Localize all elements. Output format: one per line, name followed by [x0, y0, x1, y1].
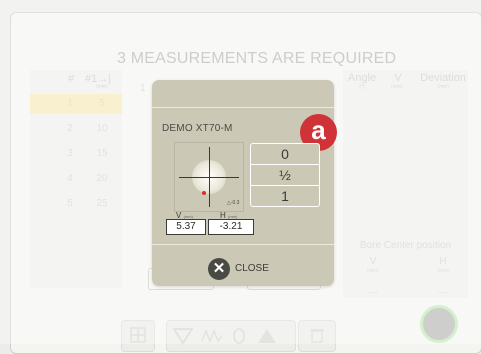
crosshair-horizontal	[179, 177, 239, 178]
divider	[152, 107, 334, 108]
close-x-icon: ✕	[208, 258, 230, 280]
tolerance-label: △-0.3	[227, 200, 240, 206]
resolution-option-half[interactable]: ½	[250, 164, 320, 186]
divider	[152, 244, 334, 245]
device-name: DEMO XT70-M	[162, 123, 233, 134]
laser-dot	[202, 191, 206, 195]
h-value: -3.21	[208, 219, 254, 235]
v-value: 5.37	[166, 219, 206, 235]
resolution-option-0[interactable]: 0	[250, 143, 320, 165]
sensor-dialog: DEMO XT70-M a △-0.3 0 ½ 1 V (mm) H (mm) …	[152, 80, 337, 286]
laser-target-display: △-0.3	[174, 142, 244, 212]
resolution-option-1[interactable]: 1	[250, 185, 320, 207]
close-label: CLOSE	[235, 263, 269, 274]
